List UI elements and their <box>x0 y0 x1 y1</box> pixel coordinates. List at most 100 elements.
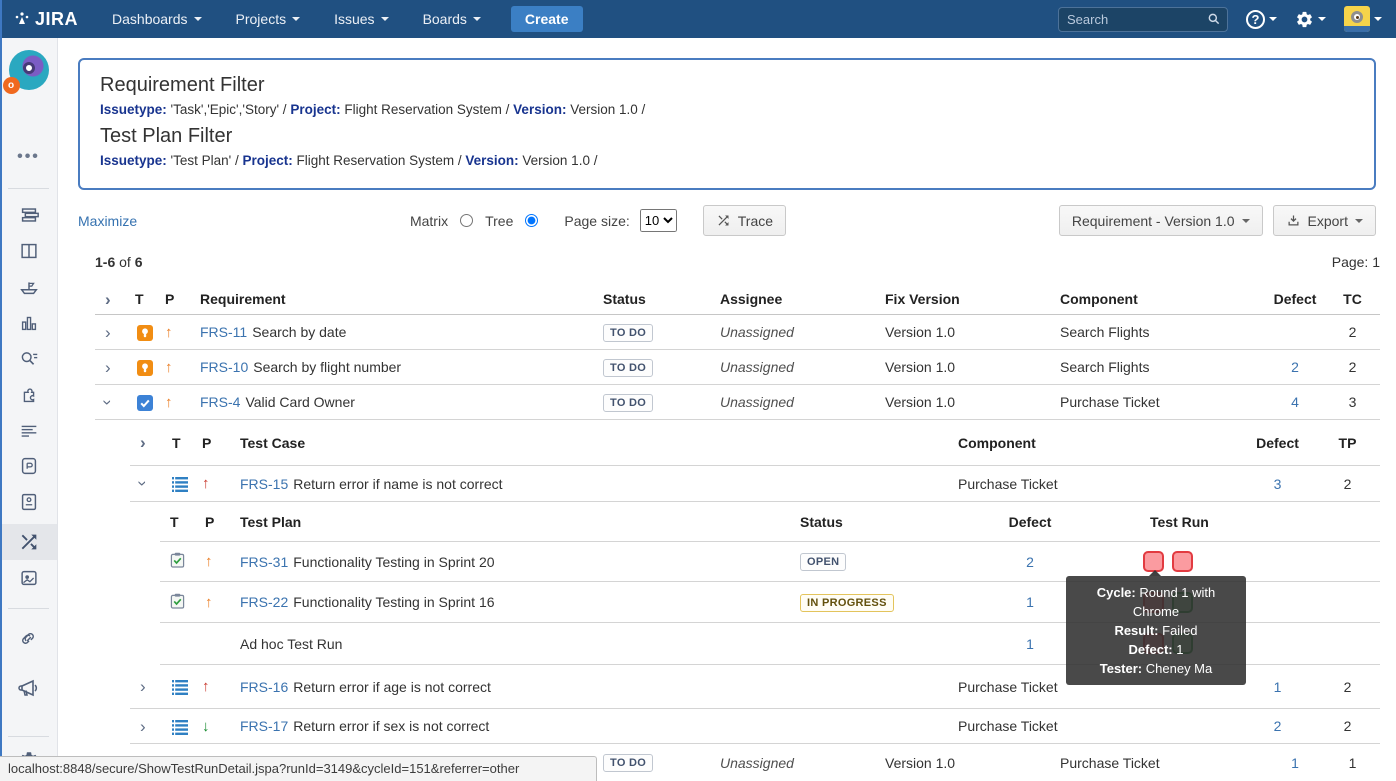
col-component: Component <box>1050 291 1265 307</box>
project-badge: o <box>3 77 20 94</box>
test-plan-icon <box>170 552 185 568</box>
issue-key-link[interactable]: FRS-11 <box>200 324 247 340</box>
defect-count-link[interactable]: 1 <box>1291 755 1299 771</box>
export-dropdown-button[interactable]: Export <box>1273 205 1376 236</box>
story-icon <box>137 360 153 376</box>
media-image-icon[interactable] <box>18 567 40 589</box>
version-value: Version 1.0 / <box>570 102 645 117</box>
priority-up-icon <box>195 594 240 611</box>
scope-dropdown-button[interactable]: Requirement - Version 1.0 <box>1059 205 1263 236</box>
issue-key-link[interactable]: FRS-22 <box>240 594 288 610</box>
board-icon[interactable] <box>18 240 40 262</box>
component-value: Purchase Ticket <box>1050 755 1265 771</box>
story-icon <box>137 325 153 341</box>
chevron-down-icon <box>473 17 481 21</box>
col-type: T <box>160 514 195 530</box>
traceability-shuffle-icon[interactable] <box>18 531 40 553</box>
add-ons-puzzle-icon[interactable] <box>18 384 40 406</box>
defect-count-link[interactable]: 3 <box>1274 476 1282 492</box>
col-requirement: Requirement <box>200 291 600 307</box>
announcements-megaphone-icon[interactable] <box>17 676 41 700</box>
nav-dashboards[interactable]: Dashboards <box>112 11 202 27</box>
issue-key-link[interactable]: FRS-10 <box>200 359 248 375</box>
chevron-down-icon <box>1355 219 1363 223</box>
test-run-cell <box>1070 551 1380 572</box>
issue-key-link[interactable]: FRS-15 <box>240 476 288 492</box>
expand-all-icon[interactable]: › <box>130 434 146 451</box>
user-menu[interactable] <box>1344 6 1382 32</box>
backlog-icon[interactable] <box>18 204 40 226</box>
collapse-icon[interactable]: › <box>99 399 116 405</box>
expand-icon[interactable]: › <box>130 718 146 735</box>
version-value: Version 1.0 / <box>522 153 597 168</box>
issue-key-link[interactable]: FRS-4 <box>200 394 240 410</box>
search-icon[interactable] <box>1207 12 1221 26</box>
col-assignee: Assignee <box>715 291 875 307</box>
filter-panel: Requirement Filter Issuetype: 'Task','Ep… <box>78 58 1376 190</box>
expand-all-icon[interactable]: › <box>95 291 111 308</box>
jira-mark-icon <box>14 11 30 27</box>
col-tp: TP <box>1315 435 1380 451</box>
releases-ship-icon[interactable] <box>18 276 40 298</box>
test-run-square[interactable] <box>1143 551 1164 572</box>
export-label: Export <box>1308 213 1348 229</box>
col-test-run: Test Run <box>1070 514 1380 530</box>
tooltip-result-label: Result: <box>1114 623 1158 638</box>
tooltip-defect-value: 1 <box>1176 642 1183 657</box>
requirement-filter-title: Requirement Filter <box>100 74 1354 97</box>
col-priority: P <box>195 514 240 530</box>
issue-key-link[interactable]: FRS-31 <box>240 554 288 570</box>
project-value: Flight Reservation System / <box>344 102 509 117</box>
nav-projects[interactable]: Projects <box>236 11 301 27</box>
expand-icon[interactable]: › <box>95 324 111 341</box>
defect-count-link[interactable]: 2 <box>1274 718 1282 734</box>
main-content: Requirement Filter Issuetype: 'Task','Ep… <box>58 38 1396 781</box>
admin-menu[interactable] <box>1295 10 1326 29</box>
project-avatar[interactable]: o <box>9 50 49 90</box>
defect-count-link[interactable]: 1 <box>1274 679 1282 695</box>
links-icon[interactable] <box>18 628 40 650</box>
help-menu[interactable]: ? <box>1246 10 1277 29</box>
more-icon[interactable]: ••• <box>17 148 40 166</box>
search-input[interactable] <box>1058 7 1228 32</box>
test-case-icon <box>172 719 188 735</box>
issuetype-label: Issuetype: <box>100 153 167 168</box>
issuetype-value: 'Task','Epic','Story' / <box>171 102 287 117</box>
priority-up-icon <box>202 678 240 695</box>
defect-count-link[interactable]: 4 <box>1291 394 1299 410</box>
pages-icon[interactable] <box>18 455 40 477</box>
test-plan-header-row: T P Test Plan Status Defect Test Run <box>160 502 1380 542</box>
jira-logo[interactable]: JIRA <box>14 9 78 30</box>
chevron-down-icon <box>1318 17 1326 21</box>
nav-boards[interactable]: Boards <box>423 11 481 27</box>
contacts-icon[interactable] <box>18 491 40 513</box>
assignee-value: Unassigned <box>715 394 875 410</box>
collapse-icon[interactable]: › <box>134 481 151 487</box>
defect-count-link[interactable]: 2 <box>1026 554 1034 570</box>
col-type: T <box>172 435 202 451</box>
search-box <box>1058 7 1228 32</box>
expand-icon[interactable]: › <box>130 678 146 695</box>
issue-key-link[interactable]: FRS-17 <box>240 718 288 734</box>
matrix-radio[interactable] <box>460 214 473 227</box>
create-button[interactable]: Create <box>511 6 583 32</box>
issues-search-icon[interactable] <box>18 348 40 370</box>
defect-count-link[interactable]: 1 <box>1026 594 1034 610</box>
maximize-link[interactable]: Maximize <box>78 213 137 229</box>
tp-count: 2 <box>1315 679 1380 695</box>
summary-lines-icon[interactable] <box>18 420 40 442</box>
sidebar-divider <box>8 188 49 189</box>
nav-issues-label: Issues <box>334 11 374 27</box>
test-run-square[interactable] <box>1172 551 1193 572</box>
defect-count-link[interactable]: 2 <box>1291 359 1299 375</box>
nav-projects-label: Projects <box>236 11 287 27</box>
tree-radio[interactable] <box>525 214 538 227</box>
trace-button[interactable]: Trace <box>703 205 786 236</box>
page-size-select[interactable]: 10 <box>640 209 677 232</box>
expand-icon[interactable]: › <box>95 359 111 376</box>
issue-key-link[interactable]: FRS-16 <box>240 679 288 695</box>
tooltip-tester-value: Cheney Ma <box>1146 661 1212 676</box>
reports-chart-icon[interactable] <box>18 312 40 334</box>
defect-count-link[interactable]: 1 <box>1026 636 1034 652</box>
nav-issues[interactable]: Issues <box>334 11 388 27</box>
